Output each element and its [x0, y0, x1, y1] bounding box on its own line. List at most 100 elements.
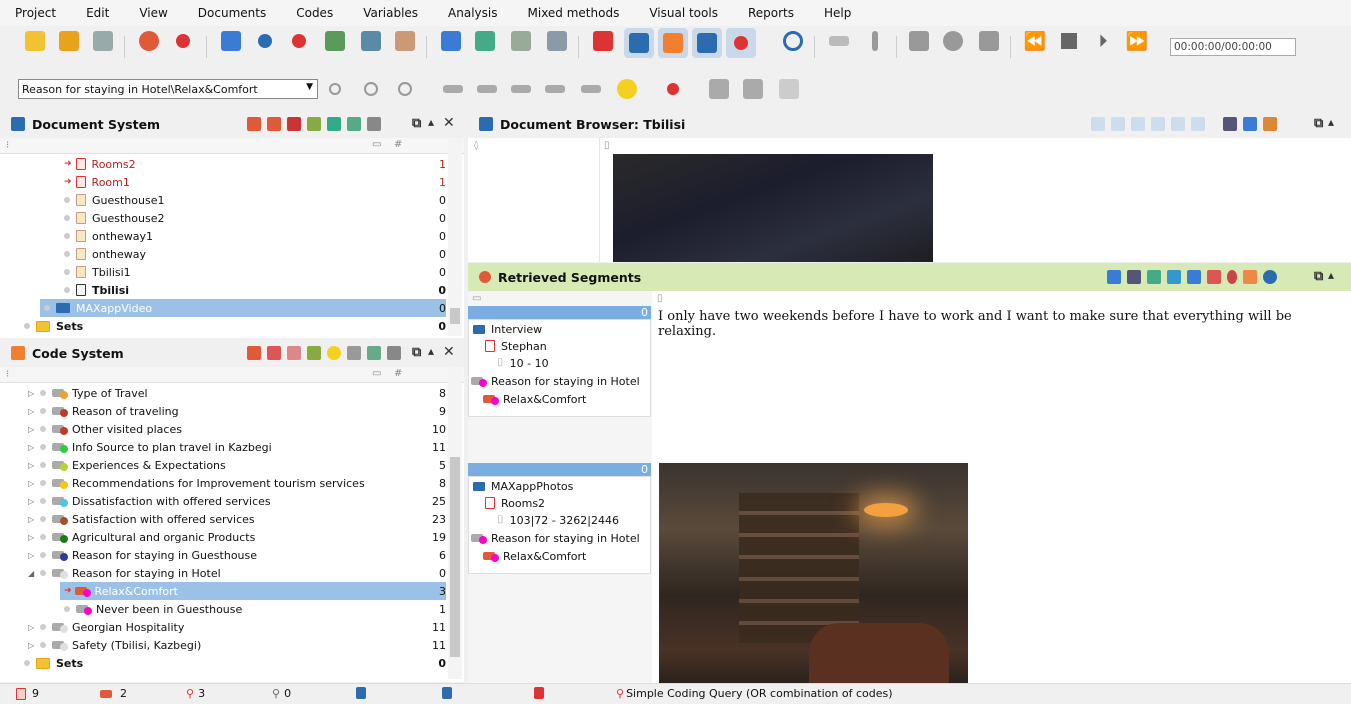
window-restore-icon[interactable]: ⧉ — [412, 345, 421, 360]
close-icon[interactable]: ✕ — [443, 115, 455, 131]
document-row[interactable]: ➜ Rooms2 1 — [0, 155, 446, 173]
fast-forward-icon[interactable]: ⏩ — [1124, 28, 1150, 54]
status-weight[interactable] — [534, 687, 544, 699]
add-variable-icon[interactable] — [327, 117, 341, 131]
expand-icon[interactable]: ▷ — [28, 461, 40, 470]
page-export-icon[interactable] — [1191, 117, 1205, 131]
status-documents[interactable]: 9 — [16, 687, 39, 700]
close-icon[interactable]: ✕ — [443, 344, 455, 360]
code-row[interactable]: ▷ Georgian Hospitality 11 — [0, 618, 446, 636]
code-dropdown[interactable]: Reason for staying in Hotel\Relax&Comfor… — [18, 79, 318, 99]
document-row[interactable]: Tbilisi 0 — [0, 281, 446, 299]
link-document-icon[interactable] — [367, 117, 381, 131]
ruler-icon[interactable] — [826, 28, 852, 54]
undo-icon[interactable] — [136, 28, 162, 54]
maximize-icon[interactable]: ▴ — [428, 344, 434, 358]
print-icon[interactable] — [1223, 117, 1237, 131]
zoom-in-icon[interactable] — [1091, 117, 1105, 131]
menu-item-codes[interactable]: Codes — [281, 6, 348, 20]
code-with-icon[interactable] — [1243, 270, 1257, 284]
code-row[interactable]: ▷ Dissatisfaction with offered services 25 — [0, 492, 446, 510]
code-icon[interactable] — [322, 76, 348, 102]
code-row[interactable]: ▷ Agricultural and organic Products 19 — [0, 528, 446, 546]
red-code-icon[interactable] — [660, 76, 686, 102]
status-codes[interactable]: 2 — [100, 687, 127, 700]
code-row[interactable]: ▷ Other visited places 10 — [0, 420, 446, 438]
document-row[interactable]: ➜ Room1 1 — [0, 173, 446, 191]
menu-item-help[interactable]: Help — [809, 6, 866, 20]
code-system-toggle-icon[interactable] — [658, 28, 688, 58]
segment-1-header[interactable]: 0 — [468, 306, 651, 319]
window-restore-icon[interactable]: ⧉ — [1314, 116, 1323, 131]
window-restore-icon[interactable]: ⧉ — [412, 116, 421, 131]
new-code-icon[interactable] — [247, 346, 261, 360]
expand-icon[interactable]: ▷ — [28, 551, 40, 560]
web-export-icon[interactable] — [1167, 270, 1181, 284]
expand-icon[interactable]: ▷ — [28, 425, 40, 434]
code-row[interactable]: ▷ Reason of traveling 9 — [0, 402, 446, 420]
code-set-icon[interactable] — [287, 346, 301, 360]
stop-icon[interactable] — [1056, 28, 1082, 54]
code-row[interactable]: ▷ Satisfaction with offered services 23 — [0, 510, 446, 528]
presentation-icon[interactable] — [590, 28, 616, 54]
summary-icon[interactable] — [392, 28, 418, 54]
table-view-icon[interactable] — [1107, 270, 1121, 284]
code-color-icon[interactable] — [307, 346, 321, 360]
excel-icon[interactable] — [1147, 270, 1161, 284]
document-row[interactable]: ontheway1 0 — [0, 227, 446, 245]
status-user[interactable] — [356, 687, 366, 699]
code-row[interactable]: ▷ Recommendations for Improvement tourism… — [0, 474, 446, 492]
filter-segments-icon[interactable] — [1207, 270, 1221, 284]
code-row[interactable]: Never been in Guesthouse 1 — [0, 600, 446, 618]
expand-icon[interactable]: ▷ — [28, 479, 40, 488]
list-icon[interactable] — [508, 28, 534, 54]
page-edit-icon[interactable] — [1151, 117, 1165, 131]
code-row[interactable]: ▷ Type of Travel 8 — [0, 384, 446, 402]
export-segments-icon[interactable] — [1187, 270, 1201, 284]
document-group-icon[interactable] — [287, 117, 301, 131]
segment-1-info[interactable]: Interview Stephan ⌷ 10 - 10 Reason for st… — [468, 319, 651, 417]
code-row[interactable]: ▷ Safety (Tbilisi, Kazbegi) 11 — [0, 636, 446, 654]
segment-2-header[interactable]: 0 — [468, 463, 651, 476]
menu-item-visual-tools[interactable]: Visual tools — [634, 6, 733, 20]
expand-icon[interactable]: ▷ — [28, 389, 40, 398]
expand-icon[interactable]: ▷ — [28, 443, 40, 452]
memo-icon[interactable] — [776, 76, 802, 102]
code-tool-icon[interactable] — [267, 346, 281, 360]
document-row[interactable]: Tbilisi1 0 — [0, 263, 446, 281]
search-codes-icon[interactable] — [286, 28, 312, 54]
rewind-icon[interactable]: ⏪ — [1022, 28, 1048, 54]
import-icon[interactable] — [90, 28, 116, 54]
table-add-icon[interactable] — [472, 28, 498, 54]
document-row[interactable]: Guesthouse1 0 — [0, 191, 446, 209]
code-line2-icon[interactable] — [474, 76, 500, 102]
grid-icon[interactable] — [906, 28, 932, 54]
code-line3-icon[interactable] — [508, 76, 534, 102]
status-doc-mode[interactable] — [442, 687, 452, 699]
code-line5-icon[interactable] — [578, 76, 604, 102]
filter-codes-icon[interactable] — [1263, 117, 1277, 131]
page-icon[interactable] — [1131, 117, 1145, 131]
menu-item-project[interactable]: Project — [0, 6, 71, 20]
menu-item-view[interactable]: View — [124, 6, 182, 20]
maximize-icon[interactable]: ▴ — [1328, 115, 1334, 129]
zoom-out-icon[interactable] — [940, 28, 966, 54]
export-doc-icon[interactable] — [1243, 117, 1257, 131]
collapse-icon[interactable]: ◢ — [28, 569, 40, 578]
document-row[interactable]: MAXappVideo 0 — [40, 299, 446, 317]
doc-scrollbar[interactable] — [448, 138, 462, 336]
code-relations-icon[interactable] — [358, 28, 384, 54]
import-document-icon[interactable] — [267, 117, 281, 131]
code-add-icon[interactable] — [367, 346, 381, 360]
overview-icon[interactable] — [218, 28, 244, 54]
code-link-icon[interactable] — [387, 346, 401, 360]
export-icon[interactable] — [347, 117, 361, 131]
menu-item-analysis[interactable]: Analysis — [433, 6, 512, 20]
add-code2-icon[interactable] — [392, 76, 418, 102]
code-row[interactable]: ◢ Reason for staying in Hotel 0 — [0, 564, 446, 582]
zoom-out-icon[interactable] — [1111, 117, 1125, 131]
expand-icon[interactable]: ▷ — [28, 623, 40, 632]
expand-icon[interactable]: ▷ — [28, 515, 40, 524]
code-line4-icon[interactable] — [542, 76, 568, 102]
code-row[interactable]: ▷ Reason for staying in Guesthouse 6 — [0, 546, 446, 564]
